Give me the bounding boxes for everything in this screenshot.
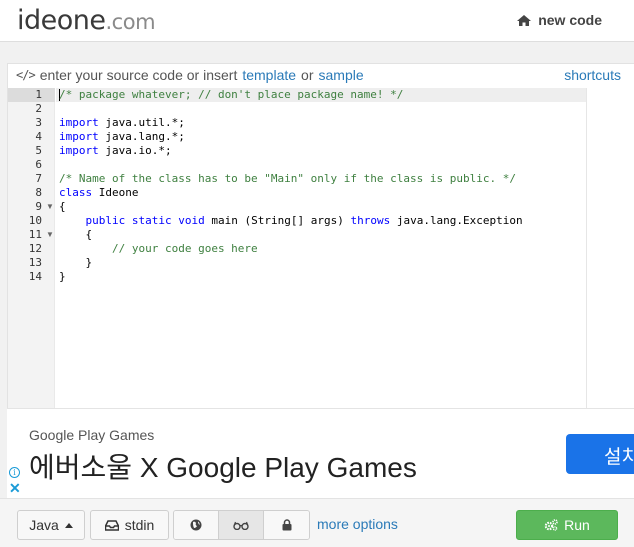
code-line: { <box>59 200 66 213</box>
ad-install-button[interactable]: 설치 <box>566 434 634 474</box>
ad-headline[interactable]: 에버소울 X Google Play Games <box>29 446 417 486</box>
new-code-link[interactable]: new code <box>517 12 602 28</box>
globe-icon <box>190 519 202 531</box>
editor-header: </> enter your source code or insert tem… <box>8 64 634 88</box>
code-line: // your code goes here <box>59 242 258 255</box>
editor-instruction: enter your source code or insert <box>39 67 238 83</box>
stdin-label: stdin <box>124 517 155 533</box>
fold-arrow-icon[interactable]: ▼ <box>46 200 54 214</box>
top-header: ideone.com new code <box>0 0 634 42</box>
line-number: 9 <box>35 200 42 213</box>
line-number: 2 <box>35 102 42 115</box>
line-number: 3 <box>35 116 42 129</box>
template-link[interactable]: template <box>242 67 296 83</box>
stdin-button[interactable]: stdin <box>90 510 169 540</box>
inbox-icon <box>104 519 119 531</box>
advertisement-banner[interactable]: Google Play Games 에버소울 X Google Play Gam… <box>7 408 634 498</box>
unlisted-toggle[interactable] <box>219 511 264 539</box>
line-number: 1 <box>8 88 55 102</box>
code-line: } <box>59 256 93 269</box>
ideone-logo[interactable]: ideone.com <box>17 4 156 39</box>
line-number: 7 <box>35 172 42 185</box>
or-text: or <box>301 67 314 83</box>
line-number-gutter: 1 2 3 4 5 6 7 8 9 10 11 12 13 14 ▼ ▼ <box>8 88 55 408</box>
gears-icon <box>544 519 558 531</box>
code-line: import java.io.*; <box>59 144 172 157</box>
line-number: 8 <box>35 186 42 199</box>
fold-arrow-icon[interactable]: ▼ <box>46 228 54 242</box>
line-number: 11 <box>28 228 42 241</box>
line-number: 6 <box>35 158 42 171</box>
code-line: /* package whatever; // don't place pack… <box>59 88 404 101</box>
sample-link[interactable]: sample <box>319 67 364 83</box>
bottom-toolbar: Java stdin more options Run <box>0 498 634 547</box>
run-button[interactable]: Run <box>516 510 618 540</box>
code-line: import java.util.*; <box>59 116 185 129</box>
line-number: 5 <box>35 144 42 157</box>
line-number: 12 <box>28 242 42 255</box>
private-toggle[interactable] <box>264 511 309 539</box>
ad-advertiser[interactable]: Google Play Games <box>29 427 154 443</box>
ad-close-icon[interactable]: ✕ <box>9 481 21 495</box>
line-number: 4 <box>35 130 42 143</box>
run-label: Run <box>564 517 590 533</box>
code-line: /* Name of the class has to be "Main" on… <box>59 172 516 185</box>
code-editor[interactable]: 1 2 3 4 5 6 7 8 9 10 11 12 13 14 ▼ ▼ /* … <box>8 88 634 408</box>
code-line: class Ideone <box>59 186 139 199</box>
language-label: Java <box>29 517 59 533</box>
glasses-icon <box>233 521 249 530</box>
caret-up-icon <box>64 522 73 528</box>
line-number: 10 <box>28 214 42 227</box>
more-options-link[interactable]: more options <box>317 516 398 532</box>
home-icon <box>517 14 532 26</box>
visibility-toggle-group <box>173 510 310 540</box>
language-select-button[interactable]: Java <box>17 510 85 540</box>
line-number: 14 <box>28 270 42 283</box>
ad-info-icon[interactable]: i <box>9 467 20 478</box>
code-line: import java.lang.*; <box>59 130 185 143</box>
logo-main: ideone <box>17 5 106 36</box>
line-number: 13 <box>28 256 42 269</box>
code-line: } <box>59 270 66 283</box>
code-line: public static void main (String[] args) … <box>85 214 523 227</box>
code-line: { <box>59 228 93 241</box>
public-toggle[interactable] <box>174 511 219 539</box>
print-margin <box>586 88 587 408</box>
code-icon: </> <box>16 68 36 82</box>
logo-suffix: .com <box>105 10 156 34</box>
lock-icon <box>282 519 291 531</box>
editor-card: </> enter your source code or insert tem… <box>7 63 634 408</box>
shortcuts-link[interactable]: shortcuts <box>564 67 621 83</box>
new-code-label: new code <box>538 12 602 28</box>
